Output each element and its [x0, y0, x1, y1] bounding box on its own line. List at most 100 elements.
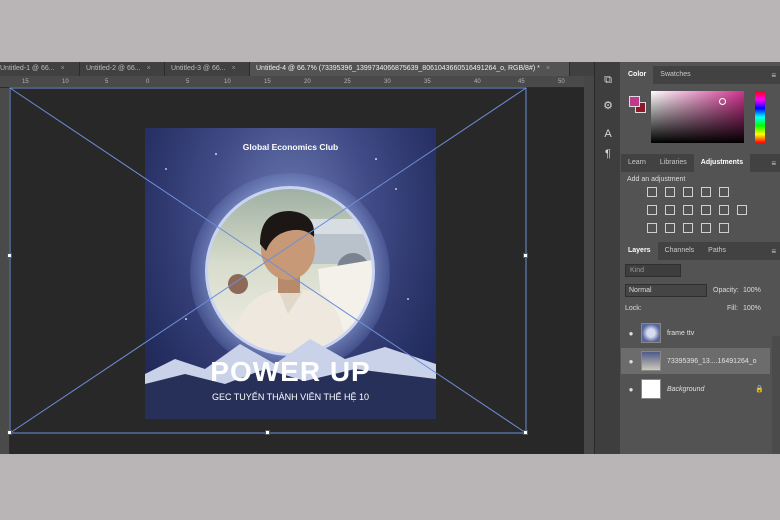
ruler-tick: 45 [518, 79, 525, 85]
adjustments-panel: Learn Libraries Adjustments ≡ Add an adj… [621, 154, 780, 240]
transform-handle-bottom[interactable] [265, 430, 270, 435]
visibility-eye-icon[interactable]: ● [621, 357, 641, 366]
character-icon[interactable]: A [602, 128, 614, 140]
hue-saturation-icon[interactable] [647, 205, 657, 215]
vertical-scrollbar[interactable] [584, 76, 594, 454]
fill-label: Fill: [727, 305, 738, 312]
vertical-ruler[interactable] [0, 88, 10, 454]
layer-thumbnail [641, 323, 661, 343]
tab-label: Untitled-2 @ 66... [86, 65, 141, 72]
panel-menu-icon[interactable]: ≡ [771, 71, 776, 80]
tab-label: Untitled-1 @ 66... [0, 65, 55, 72]
ruler-tick: 25 [344, 79, 351, 85]
visibility-eye-icon[interactable]: ● [621, 385, 641, 394]
selective-color-icon[interactable] [719, 223, 729, 233]
add-adjustment-label: Add an adjustment [627, 176, 686, 183]
layer-row-photo[interactable]: ● 73395396_13....16491264_o [621, 348, 770, 374]
transform-handle-bottom-right[interactable] [523, 430, 528, 435]
tab-learn[interactable]: Learn [621, 154, 653, 172]
visibility-eye-icon[interactable]: ● [621, 329, 641, 338]
blend-mode-select[interactable]: Normal [625, 284, 707, 297]
fill-value[interactable]: 100% [743, 302, 761, 315]
tab-swatches[interactable]: Swatches [653, 66, 697, 84]
color-balance-icon[interactable] [665, 205, 675, 215]
posterize-icon[interactable] [665, 223, 675, 233]
tab-layers[interactable]: Layers [621, 242, 658, 260]
transform-handle-bottom-left[interactable] [7, 430, 12, 435]
headline-text: POWER UP [210, 356, 371, 387]
empty-slot [737, 187, 747, 197]
tab-label: Untitled-3 @ 66... [171, 65, 226, 72]
color-picker-marker[interactable] [719, 98, 726, 105]
document-canvas[interactable]: Global Economics Club POWER UP GEC TUYỂN… [145, 128, 436, 419]
foreground-color-swatch[interactable] [629, 96, 640, 107]
ruler-tick: 10 [224, 79, 231, 85]
layer-row-background[interactable]: ● Background 🔒 [621, 376, 770, 402]
photo-filter-icon[interactable] [701, 205, 711, 215]
panel-menu-icon[interactable]: ≡ [771, 247, 776, 256]
color-panel: Color Swatches ≡ [621, 66, 780, 152]
ruler-tick: 15 [264, 79, 271, 85]
tab-close-icon[interactable]: × [61, 62, 65, 76]
adjustments-panel-tabs: Learn Libraries Adjustments ≡ [621, 154, 780, 172]
horizontal-ruler[interactable]: 15 10 5 0 5 10 15 20 25 30 35 40 45 50 [0, 76, 594, 88]
history-icon[interactable]: ⧉ [602, 74, 614, 86]
tab-untitled-1[interactable]: Untitled-1 @ 66... × [0, 62, 80, 76]
layer-name: 73395396_13....16491264_o [667, 357, 757, 365]
threshold-icon[interactable] [683, 223, 693, 233]
panel-menu-icon[interactable]: ≡ [771, 159, 776, 168]
ruler-tick: 40 [474, 79, 481, 85]
levels-icon[interactable] [665, 187, 675, 197]
color-panel-tabs: Color Swatches ≡ [621, 66, 780, 84]
opacity-label: Opacity: [713, 287, 739, 294]
layer-thumbnail [641, 351, 661, 371]
document-tab-bar: Untitled-1 @ 66... × Untitled-2 @ 66... … [0, 62, 594, 76]
properties-icon[interactable]: ⚙ [602, 100, 614, 112]
ruler-tick: 20 [304, 79, 311, 85]
channel-mixer-icon[interactable] [719, 205, 729, 215]
tab-channels[interactable]: Channels [658, 242, 702, 260]
color-picker-field[interactable] [651, 91, 744, 143]
tab-close-icon[interactable]: × [232, 62, 236, 76]
ruler-tick: 50 [558, 79, 565, 85]
tab-color[interactable]: Color [621, 66, 654, 84]
lock-label: Lock: [625, 305, 642, 312]
transform-handle-right[interactable] [523, 253, 528, 258]
panel-icon-strip: ⧉ ⚙ A ¶ [594, 62, 620, 454]
transform-handle-left[interactable] [7, 253, 12, 258]
layer-row-frame[interactable]: ● frame ttv [621, 320, 770, 346]
black-white-icon[interactable] [683, 205, 693, 215]
club-title-text: Global Economics Club [242, 142, 339, 152]
canvas-area[interactable]: Global Economics Club POWER UP GEC TUYỂN… [10, 88, 584, 454]
ruler-tick: 30 [384, 79, 391, 85]
color-lookup-icon[interactable] [737, 205, 747, 215]
gradient-map-icon[interactable] [701, 223, 711, 233]
photoshop-window: Untitled-1 @ 66... × Untitled-2 @ 66... … [0, 62, 780, 454]
tab-adjustments[interactable]: Adjustments [693, 154, 751, 172]
tab-close-icon[interactable]: × [147, 62, 151, 76]
tab-untitled-4[interactable]: Untitled-4 @ 66.7% (73395396_13997340668… [250, 62, 570, 76]
tab-label: Untitled-4 @ 66.7% (73395396_13997340668… [256, 65, 540, 72]
exposure-icon[interactable] [701, 187, 711, 197]
subline-text: GEC TUYỂN THÀNH VIÊN THẾ HỆ 10 [211, 392, 370, 402]
ruler-tick: 5 [186, 79, 190, 85]
layers-scrollbar[interactable] [772, 336, 780, 454]
opacity-value[interactable]: 100% [743, 284, 761, 297]
layers-panel: Layers Channels Paths ≡ Kind Normal Opac… [621, 242, 780, 454]
hue-slider[interactable] [755, 91, 765, 143]
brightness-contrast-icon[interactable] [647, 187, 657, 197]
tab-untitled-3[interactable]: Untitled-3 @ 66... × [165, 62, 250, 76]
paragraph-icon[interactable]: ¶ [602, 148, 614, 160]
tab-untitled-2[interactable]: Untitled-2 @ 66... × [80, 62, 165, 76]
layer-kind-filter[interactable]: Kind [625, 264, 681, 277]
curves-icon[interactable] [683, 187, 693, 197]
ruler-tick: 15 [22, 79, 29, 85]
adjustment-icon-grid [647, 187, 757, 233]
layer-name: frame ttv [667, 329, 695, 337]
invert-icon[interactable] [647, 223, 657, 233]
tab-paths[interactable]: Paths [701, 242, 733, 260]
tab-close-icon[interactable]: × [546, 62, 550, 76]
vibrance-icon[interactable] [719, 187, 729, 197]
ruler-tick: 5 [105, 79, 109, 85]
tab-libraries[interactable]: Libraries [653, 154, 694, 172]
